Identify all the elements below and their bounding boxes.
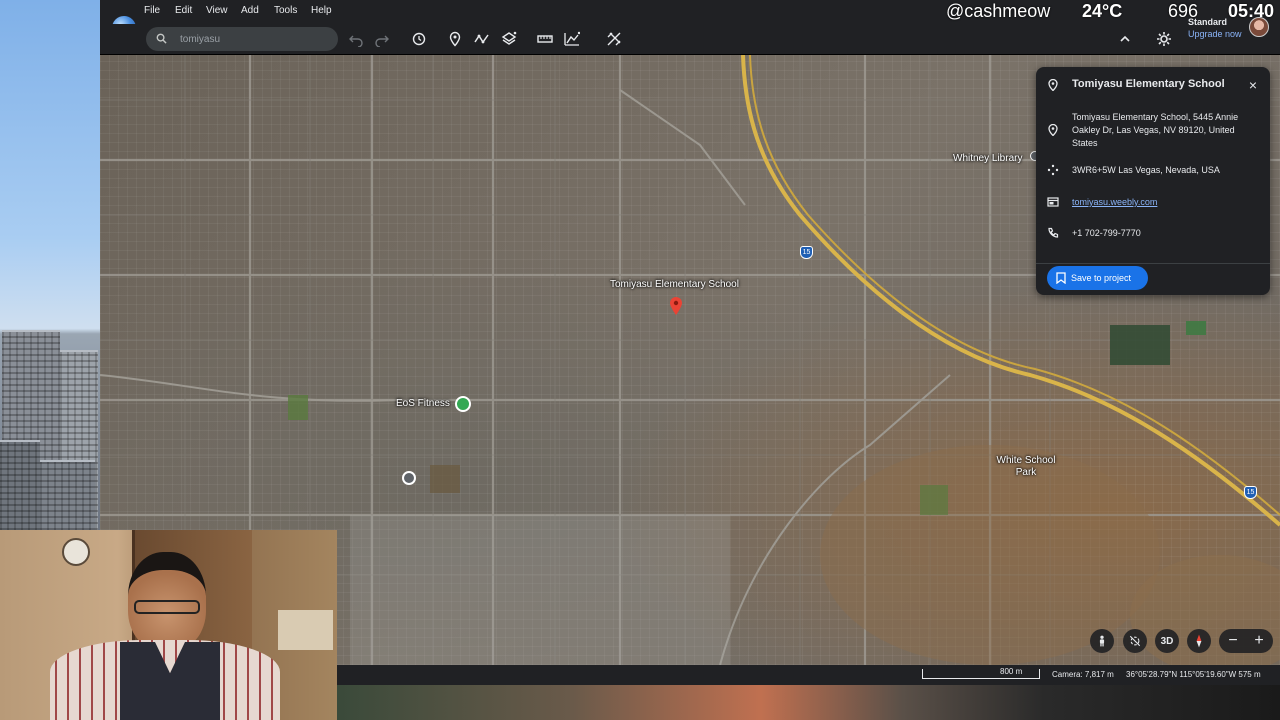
camera-altitude: Camera: 7,817 m	[1052, 670, 1114, 679]
search-icon	[156, 33, 167, 44]
stream-time: 05:40	[1228, 1, 1275, 21]
interstate-shield-icon-2: 15	[1244, 486, 1257, 499]
zoom-controls: − +	[1219, 629, 1273, 653]
place-plus-code: 3WR6+5W Las Vegas, Nevada, USA	[1072, 165, 1220, 175]
interstate-number-2: 15	[1246, 489, 1255, 496]
elevation-profile-icon[interactable]	[563, 30, 581, 48]
address-icon	[1046, 123, 1060, 137]
draw-path-icon[interactable]	[473, 30, 491, 48]
toggle-3d-label: 3D	[1160, 635, 1174, 647]
settings-icon[interactable]	[1155, 30, 1173, 48]
place-pin-icon	[1046, 78, 1060, 92]
save-to-project-button[interactable]: Save to project	[1047, 266, 1148, 290]
search-input[interactable]	[180, 31, 330, 47]
library-map-label[interactable]: Whitney Library	[953, 153, 1022, 164]
stream-temperature: 24°C	[1082, 1, 1123, 21]
interstate-shield-icon: 15	[800, 246, 813, 259]
menu-add[interactable]: Add	[241, 5, 259, 16]
fitness-map-label[interactable]: EoS Fitness	[396, 398, 450, 409]
menu-view[interactable]: View	[206, 5, 228, 16]
menu-file[interactable]: File	[144, 5, 160, 16]
bottom-background-photo	[337, 685, 1280, 720]
close-icon[interactable]: ×	[1246, 78, 1260, 92]
place-website-link[interactable]: tomiyasu.weebly.com	[1072, 196, 1252, 209]
webcam-overlay	[0, 530, 337, 720]
boxes	[278, 610, 333, 650]
scale-label: 800 m	[1000, 667, 1023, 676]
redo-icon[interactable]	[373, 30, 391, 48]
bookmark-icon	[1056, 272, 1066, 284]
reset-tilt-icon[interactable]	[1123, 629, 1147, 653]
place-address: Tomiyasu Elementary School, 5445 Annie O…	[1072, 112, 1239, 148]
plus-code-icon	[1046, 163, 1060, 177]
upgrade-link[interactable]: Upgrade now	[1188, 29, 1242, 39]
poi-marker-icon[interactable]	[402, 471, 416, 485]
compass-icon[interactable]	[1187, 629, 1211, 653]
account-tier: Standard	[1188, 17, 1228, 27]
wall-clock	[62, 538, 90, 566]
zoom-out-button[interactable]: −	[1223, 631, 1243, 651]
person-glasses	[134, 600, 200, 614]
scale-bar	[922, 669, 1040, 679]
website-icon	[1046, 195, 1060, 209]
toggle-3d-button[interactable]: 3D	[1155, 629, 1179, 653]
history-icon[interactable]	[410, 30, 428, 48]
toolbar	[100, 24, 1280, 55]
zoom-in-button[interactable]: +	[1249, 631, 1269, 651]
undo-icon[interactable]	[347, 30, 365, 48]
menu-bar: File Edit View Add Tools Help @cashmeow …	[100, 0, 1280, 24]
add-placemark-icon[interactable]	[446, 30, 464, 48]
desktop-background-photo	[0, 0, 100, 530]
card-divider	[1036, 263, 1270, 264]
menu-help[interactable]: Help	[311, 5, 332, 16]
interstate-number: 15	[802, 249, 811, 256]
place-phone[interactable]: +1 702-799-7770	[1072, 227, 1252, 240]
collapse-toolbar-icon[interactable]	[1116, 30, 1134, 48]
ruler-icon[interactable]	[536, 30, 554, 48]
street-view-tools-icon[interactable]	[605, 30, 623, 48]
search-box[interactable]	[146, 27, 338, 51]
park-map-label[interactable]: White School Park	[996, 455, 1056, 479]
user-avatar[interactable]	[1249, 17, 1269, 37]
location-pin-icon[interactable]	[670, 297, 682, 315]
fitness-poi-icon[interactable]	[455, 396, 471, 412]
menu-tools[interactable]: Tools	[274, 5, 297, 16]
save-button-label: Save to project	[1071, 273, 1132, 283]
stream-handle: @cashmeow	[946, 1, 1051, 21]
phone-icon	[1046, 226, 1060, 240]
layers-icon[interactable]	[500, 30, 518, 48]
pegman-icon[interactable]	[1090, 629, 1114, 653]
place-info-card: Tomiyasu Elementary School × Tomiyasu El…	[1036, 67, 1270, 295]
cursor-coordinates: 36°05'28.79"N 115°05'19.60"W 575 m	[1126, 670, 1261, 679]
school-map-label[interactable]: Tomiyasu Elementary School	[610, 279, 739, 290]
place-title: Tomiyasu Elementary School	[1072, 78, 1225, 90]
menu-edit[interactable]: Edit	[175, 5, 192, 16]
